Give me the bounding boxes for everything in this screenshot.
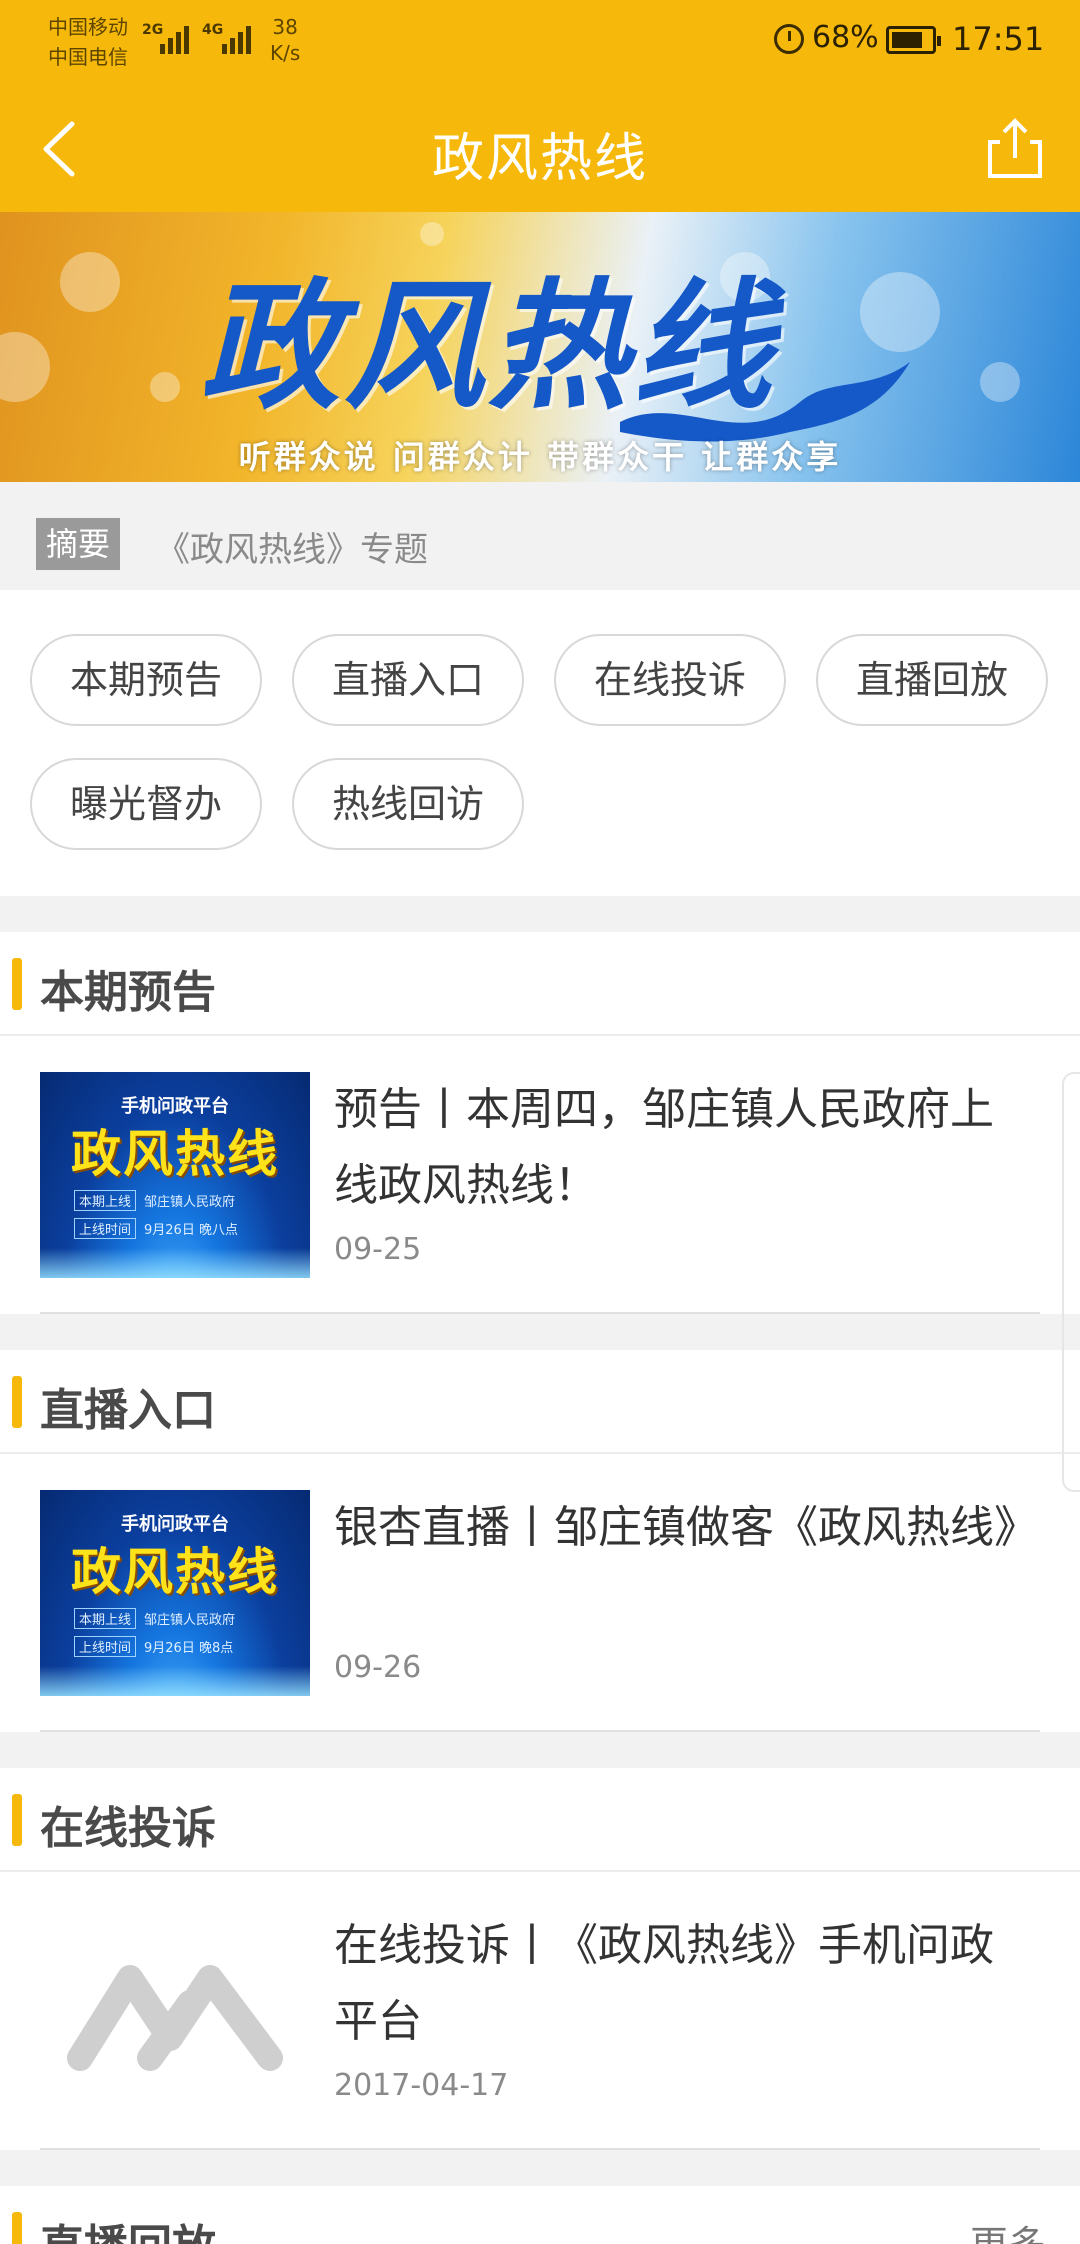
item-thumbnail: 手机问政平台 政风热线 本期上线 邹庄镇人民政府 上线时间 9月26日 晚八点 [40,1072,310,1278]
summary-tag: 摘要 [36,518,121,570]
summary-bar: 摘要 《政风热线》专题 [0,482,1080,590]
network-type-2: 4G [202,22,224,38]
thumb-line-2: 上线时间 9月26日 晚八点 [74,1218,238,1239]
section-title: 直播回放 [40,2210,216,2244]
section-header-live-replay: 直播回放 更多 [0,2186,1080,2244]
thumb-title: 政风热线 [71,1125,279,1183]
section-accent-bar [12,2212,22,2244]
alarm-icon [774,24,804,54]
divider [0,1732,1080,1768]
chip-preview[interactable]: 本期预告 [30,634,262,726]
item-date: 2017-04-17 [334,2068,509,2103]
item-date: 09-26 [334,1650,422,1685]
chip-live-entry[interactable]: 直播入口 [292,634,524,726]
battery-icon [886,26,941,54]
carrier-1: 中国移动 [48,15,128,39]
thumb-title: 政风热线 [71,1543,279,1601]
topic-banner: 政风热线 听群众说 问群众计 带群众干 让群众享 [0,212,1080,482]
carrier-2: 中国电信 [48,45,128,69]
item-thumbnail: 手机问政平台 政风热线 本期上线 邹庄镇人民政府 上线时间 9月26日 晚8点 [40,1490,310,1696]
thumb-line-1: 本期上线 邹庄镇人民政府 [74,1608,235,1629]
network-speed: 38 K/s [270,14,300,66]
share-icon [988,118,1042,178]
item-title: 在线投诉丨《政风热线》手机问政平台 [334,1920,994,2047]
section-accent-bar [12,1794,22,1846]
category-chips: 本期预告 直播入口 在线投诉 直播回放 曝光督办 热线回访 [0,590,1080,896]
section-header-live-entry: 直播入口 [0,1350,1080,1454]
banner-title: 政风热线 [200,265,777,429]
thumb-line-2: 上线时间 9月26日 晚8点 [74,1636,233,1657]
share-button[interactable] [980,114,1050,184]
section-header-online-complaint: 在线投诉 [0,1768,1080,1872]
network-speed-unit: K/s [270,41,301,65]
list-item[interactable]: 手机问政平台 政风热线 本期上线 邹庄镇人民政府 上线时间 9月26日 晚8点 银杏… [0,1454,1080,1732]
signal-icon [222,24,251,54]
item-title: 预告丨本周四，邹庄镇人民政府上线政风热线！ [334,1084,994,1211]
more-link[interactable]: 更多 [970,2214,1046,2244]
signal-icon [160,24,189,54]
logo-placeholder-icon [67,1965,283,2071]
divider [0,1314,1080,1350]
edge-scroll-indicator [1062,1072,1080,1492]
chip-hotline-followup[interactable]: 热线回访 [292,758,524,850]
divider [0,2150,1080,2186]
app-header: 政风热线 [0,86,1080,212]
list-item[interactable]: 手机问政平台 政风热线 本期上线 邹庄镇人民政府 上线时间 9月26日 晚八点 预告… [0,1036,1080,1314]
banner-slogan: 听群众说 问群众计 带群众干 让群众享 [238,438,842,476]
chip-online-complaint[interactable]: 在线投诉 [554,634,786,726]
section-title: 直播入口 [40,1385,216,1436]
chip-exposure[interactable]: 曝光督办 [30,758,262,850]
divider [0,896,1080,932]
item-thumbnail [40,1908,310,2114]
status-bar: 中国移动 中国电信 2G 4G 38 K/s 68% 17:51 [0,0,1080,86]
section-title: 在线投诉 [40,1803,216,1854]
page-title: 政风热线 [431,129,648,189]
section-header-preview: 本期预告 [0,932,1080,1036]
section-accent-bar [12,958,22,1010]
clock: 17:51 [952,20,1045,58]
section-title: 本期预告 [40,967,216,1018]
chip-live-replay[interactable]: 直播回放 [816,634,1048,726]
list-item[interactable]: 在线投诉丨《政风热线》手机问政平台 2017-04-17 [0,1872,1080,2150]
item-title: 银杏直播丨邹庄镇做客《政风热线》 [334,1502,1038,1553]
battery-percent: 68% [812,20,879,55]
thumb-line-1: 本期上线 邹庄镇人民政府 [74,1190,235,1211]
section-accent-bar [12,1376,22,1428]
item-date: 09-25 [334,1232,422,1267]
carrier-info: 中国移动 中国电信 [48,12,128,72]
network-speed-value: 38 [272,15,298,39]
summary-text: 《政风热线》专题 [156,530,428,570]
